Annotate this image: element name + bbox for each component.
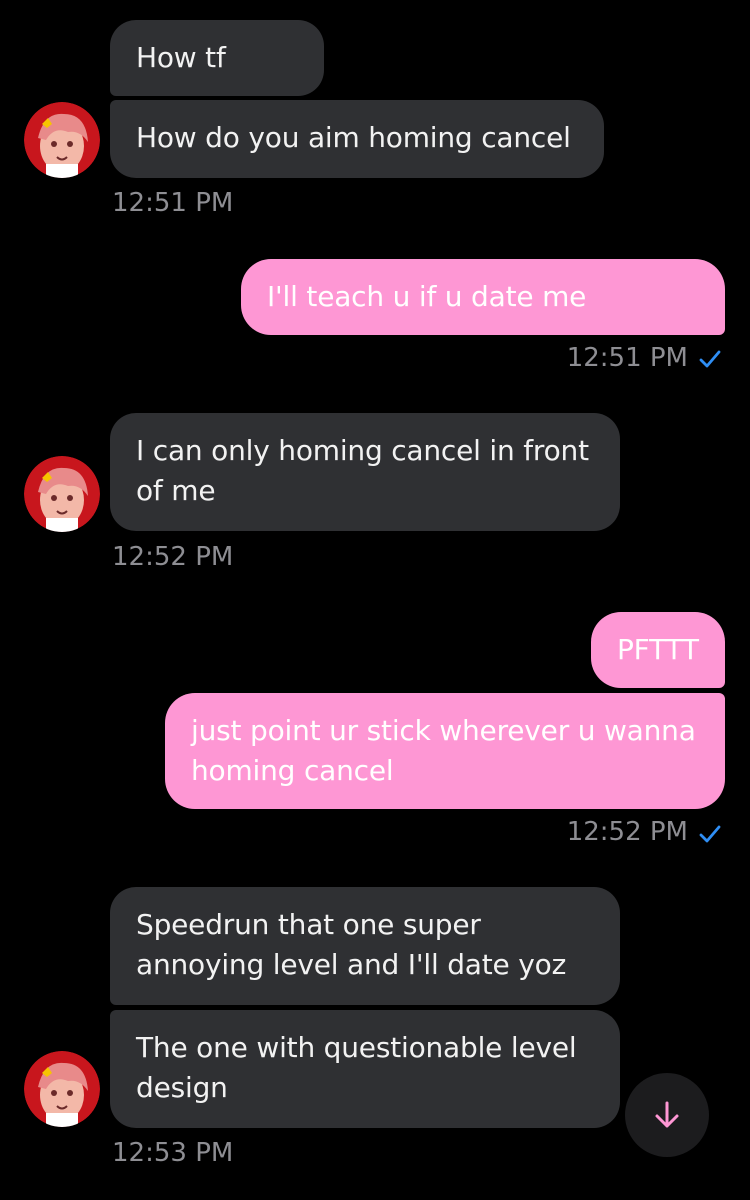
message-bubble-outgoing[interactable]: PFTTT [591,612,725,688]
message-text: Speedrun that one super annoying level a… [136,908,567,981]
check-icon [699,825,721,843]
message-text: The one with questionable level design [136,1031,577,1104]
message-timestamp: 12:53 PM [112,1138,234,1168]
message-bubble-incoming[interactable]: Speedrun that one super annoying level a… [110,887,620,1005]
message-timestamp: 12:51 PM [566,343,688,373]
message-bubble-outgoing[interactable]: I'll teach u if u date me [241,259,725,335]
avatar-image [24,1051,100,1127]
message-text: PFTTT [617,633,699,666]
contact-avatar[interactable] [24,1051,100,1127]
message-text: I can only homing cancel in front of me [136,434,589,507]
message-bubble-incoming[interactable]: How do you aim homing cancel [110,100,604,178]
message-timestamp: 12:52 PM [112,542,234,572]
message-text: I'll teach u if u date me [267,280,587,313]
check-icon [699,350,721,368]
message-bubble-incoming[interactable]: The one with questionable level design [110,1010,620,1128]
avatar-image [24,456,100,532]
avatar-image [24,102,100,178]
message-bubble-incoming[interactable]: I can only homing cancel in front of me [110,413,620,531]
message-bubble-incoming[interactable]: How tf [110,20,324,96]
scroll-to-bottom-button[interactable] [625,1073,709,1157]
message-text: How do you aim homing cancel [136,121,571,154]
contact-avatar[interactable] [24,102,100,178]
message-timestamp: 12:52 PM [566,817,688,847]
message-text: just point ur stick wherever u wanna hom… [191,714,696,787]
contact-avatar[interactable] [24,456,100,532]
message-timestamp: 12:51 PM [112,188,234,218]
message-text: How tf [136,41,226,74]
message-bubble-outgoing[interactable]: just point ur stick wherever u wanna hom… [165,693,725,809]
arrow-down-icon [655,1101,679,1128]
